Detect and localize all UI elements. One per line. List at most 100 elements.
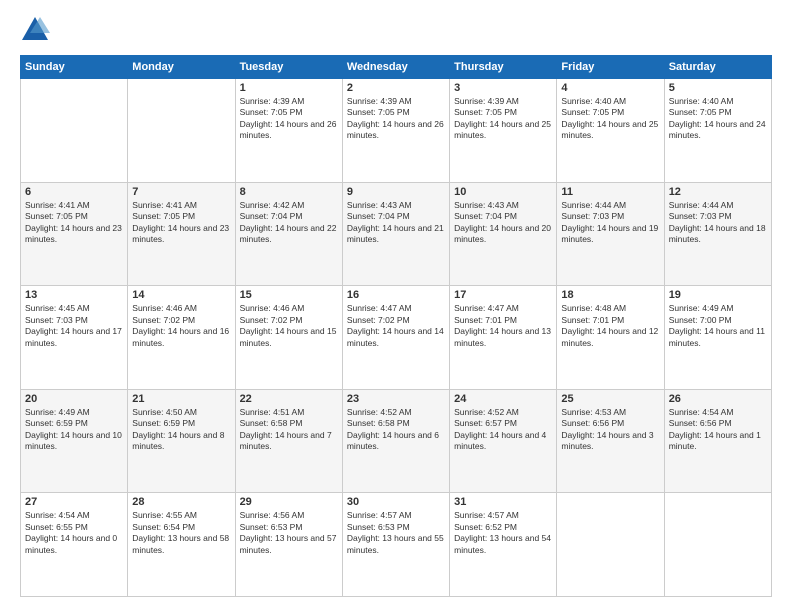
page: SundayMondayTuesdayWednesdayThursdayFrid…: [0, 0, 792, 612]
calendar-cell: 31Sunrise: 4:57 AM Sunset: 6:52 PM Dayli…: [450, 493, 557, 597]
calendar-cell: [128, 79, 235, 183]
day-number: 2: [347, 82, 445, 94]
day-number: 8: [240, 186, 338, 198]
calendar-cell: 13 Sunrise: 4:45 AM Sunset: 7:03 PM Dayli…: [21, 286, 128, 390]
day-info: Sunrise: 4:47 AM Sunset: 7:01 PM Dayligh…: [454, 303, 552, 349]
day-info: Sunrise: 4:43 AM Sunset: 7:04 PM Dayligh…: [347, 200, 445, 246]
calendar-week-row: 1 Sunrise: 4:39 AM Sunset: 7:05 PM Daylig…: [21, 79, 772, 183]
calendar-cell: 4 Sunrise: 4:40 AM Sunset: 7:05 PM Daylig…: [557, 79, 664, 183]
calendar-cell: 21 Sunrise: 4:50 AM Sunset: 6:59 PM Dayli…: [128, 389, 235, 493]
day-number: 21: [132, 393, 230, 405]
day-info: Sunrise: 4:54 AM Sunset: 6:56 PM Dayligh…: [669, 407, 767, 453]
day-number: 23: [347, 393, 445, 405]
day-of-week-header: Friday: [557, 56, 664, 79]
day-number: 11: [561, 186, 659, 198]
day-info: Sunrise: 4:42 AM Sunset: 7:04 PM Dayligh…: [240, 200, 338, 246]
calendar-cell: 5Sunrise: 4:40 AM Sunset: 7:05 PM Daylig…: [664, 79, 771, 183]
day-info: Sunrise: 4:44 AM Sunset: 7:03 PM Dayligh…: [561, 200, 659, 246]
day-info: Sunrise: 4:41 AM Sunset: 7:05 PM Dayligh…: [25, 200, 123, 246]
day-info: Sunrise: 4:39 AM Sunset: 7:05 PM Dayligh…: [347, 96, 445, 142]
day-number: 14: [132, 289, 230, 301]
calendar-table: SundayMondayTuesdayWednesdayThursdayFrid…: [20, 55, 772, 597]
day-info: Sunrise: 4:40 AM Sunset: 7:05 PM Dayligh…: [669, 96, 767, 142]
calendar-cell: [664, 493, 771, 597]
calendar-cell: 18 Sunrise: 4:48 AM Sunset: 7:01 PM Dayli…: [557, 286, 664, 390]
day-number: 6: [25, 186, 123, 198]
calendar-cell: 28 Sunrise: 4:55 AM Sunset: 6:54 PM Dayli…: [128, 493, 235, 597]
day-info: Sunrise: 4:55 AM Sunset: 6:54 PM Dayligh…: [132, 510, 230, 556]
day-number: 19: [669, 289, 767, 301]
header: [20, 15, 772, 45]
calendar-cell: 6 Sunrise: 4:41 AM Sunset: 7:05 PM Daylig…: [21, 182, 128, 286]
logo: [20, 15, 54, 45]
day-info: Sunrise: 4:45 AM Sunset: 7:03 PM Dayligh…: [25, 303, 123, 349]
day-number: 15: [240, 289, 338, 301]
day-number: 27: [25, 496, 123, 508]
day-of-week-header: Tuesday: [235, 56, 342, 79]
day-info: Sunrise: 4:56 AM Sunset: 6:53 PM Dayligh…: [240, 510, 338, 556]
day-number: 10: [454, 186, 552, 198]
day-info: Sunrise: 4:46 AM Sunset: 7:02 PM Dayligh…: [132, 303, 230, 349]
calendar-cell: 11 Sunrise: 4:44 AM Sunset: 7:03 PM Dayli…: [557, 182, 664, 286]
calendar-cell: 20 Sunrise: 4:49 AM Sunset: 6:59 PM Dayli…: [21, 389, 128, 493]
day-info: Sunrise: 4:53 AM Sunset: 6:56 PM Dayligh…: [561, 407, 659, 453]
day-info: Sunrise: 4:49 AM Sunset: 6:59 PM Dayligh…: [25, 407, 123, 453]
calendar-cell: 1 Sunrise: 4:39 AM Sunset: 7:05 PM Daylig…: [235, 79, 342, 183]
calendar-cell: 17Sunrise: 4:47 AM Sunset: 7:01 PM Dayli…: [450, 286, 557, 390]
day-of-week-header: Thursday: [450, 56, 557, 79]
day-info: Sunrise: 4:57 AM Sunset: 6:53 PM Dayligh…: [347, 510, 445, 556]
day-number: 16: [347, 289, 445, 301]
day-info: Sunrise: 4:57 AM Sunset: 6:52 PM Dayligh…: [454, 510, 552, 556]
calendar-week-row: 27 Sunrise: 4:54 AM Sunset: 6:55 PM Dayli…: [21, 493, 772, 597]
day-info: Sunrise: 4:51 AM Sunset: 6:58 PM Dayligh…: [240, 407, 338, 453]
day-number: 18: [561, 289, 659, 301]
day-number: 4: [561, 82, 659, 94]
day-of-week-header: Monday: [128, 56, 235, 79]
day-number: 20: [25, 393, 123, 405]
calendar-week-row: 20 Sunrise: 4:49 AM Sunset: 6:59 PM Dayli…: [21, 389, 772, 493]
day-info: Sunrise: 4:47 AM Sunset: 7:02 PM Dayligh…: [347, 303, 445, 349]
day-number: 7: [132, 186, 230, 198]
day-of-week-header: Wednesday: [342, 56, 449, 79]
day-number: 29: [240, 496, 338, 508]
calendar-cell: [557, 493, 664, 597]
calendar-cell: 22 Sunrise: 4:51 AM Sunset: 6:58 PM Dayli…: [235, 389, 342, 493]
day-number: 24: [454, 393, 552, 405]
calendar-cell: 30 Sunrise: 4:57 AM Sunset: 6:53 PM Dayli…: [342, 493, 449, 597]
day-number: 22: [240, 393, 338, 405]
calendar-cell: 12Sunrise: 4:44 AM Sunset: 7:03 PM Dayli…: [664, 182, 771, 286]
calendar-week-row: 6 Sunrise: 4:41 AM Sunset: 7:05 PM Daylig…: [21, 182, 772, 286]
day-info: Sunrise: 4:48 AM Sunset: 7:01 PM Dayligh…: [561, 303, 659, 349]
day-number: 13: [25, 289, 123, 301]
day-info: Sunrise: 4:43 AM Sunset: 7:04 PM Dayligh…: [454, 200, 552, 246]
calendar-week-row: 13 Sunrise: 4:45 AM Sunset: 7:03 PM Dayli…: [21, 286, 772, 390]
calendar-cell: 8 Sunrise: 4:42 AM Sunset: 7:04 PM Daylig…: [235, 182, 342, 286]
calendar-cell: 10 Sunrise: 4:43 AM Sunset: 7:04 PM Dayli…: [450, 182, 557, 286]
calendar-header-row: SundayMondayTuesdayWednesdayThursdayFrid…: [21, 56, 772, 79]
calendar-cell: 14 Sunrise: 4:46 AM Sunset: 7:02 PM Dayli…: [128, 286, 235, 390]
day-info: Sunrise: 4:41 AM Sunset: 7:05 PM Dayligh…: [132, 200, 230, 246]
day-number: 26: [669, 393, 767, 405]
day-info: Sunrise: 4:54 AM Sunset: 6:55 PM Dayligh…: [25, 510, 123, 556]
day-info: Sunrise: 4:46 AM Sunset: 7:02 PM Dayligh…: [240, 303, 338, 349]
calendar-cell: 27 Sunrise: 4:54 AM Sunset: 6:55 PM Dayli…: [21, 493, 128, 597]
calendar-cell: 23 Sunrise: 4:52 AM Sunset: 6:58 PM Dayli…: [342, 389, 449, 493]
calendar-cell: [21, 79, 128, 183]
day-number: 30: [347, 496, 445, 508]
day-info: Sunrise: 4:50 AM Sunset: 6:59 PM Dayligh…: [132, 407, 230, 453]
day-info: Sunrise: 4:39 AM Sunset: 7:05 PM Dayligh…: [240, 96, 338, 142]
calendar-cell: 3Sunrise: 4:39 AM Sunset: 7:05 PM Daylig…: [450, 79, 557, 183]
day-info: Sunrise: 4:40 AM Sunset: 7:05 PM Dayligh…: [561, 96, 659, 142]
calendar-cell: 16 Sunrise: 4:47 AM Sunset: 7:02 PM Dayli…: [342, 286, 449, 390]
day-info: Sunrise: 4:52 AM Sunset: 6:57 PM Dayligh…: [454, 407, 552, 453]
calendar-cell: 24 Sunrise: 4:52 AM Sunset: 6:57 PM Dayli…: [450, 389, 557, 493]
day-info: Sunrise: 4:44 AM Sunset: 7:03 PM Dayligh…: [669, 200, 767, 246]
day-number: 28: [132, 496, 230, 508]
calendar-cell: 7 Sunrise: 4:41 AM Sunset: 7:05 PM Daylig…: [128, 182, 235, 286]
calendar-cell: 19 Sunrise: 4:49 AM Sunset: 7:00 PM Dayli…: [664, 286, 771, 390]
day-info: Sunrise: 4:49 AM Sunset: 7:00 PM Dayligh…: [669, 303, 767, 349]
day-number: 1: [240, 82, 338, 94]
calendar-cell: 26 Sunrise: 4:54 AM Sunset: 6:56 PM Dayli…: [664, 389, 771, 493]
calendar-cell: 25Sunrise: 4:53 AM Sunset: 6:56 PM Dayli…: [557, 389, 664, 493]
day-info: Sunrise: 4:52 AM Sunset: 6:58 PM Dayligh…: [347, 407, 445, 453]
